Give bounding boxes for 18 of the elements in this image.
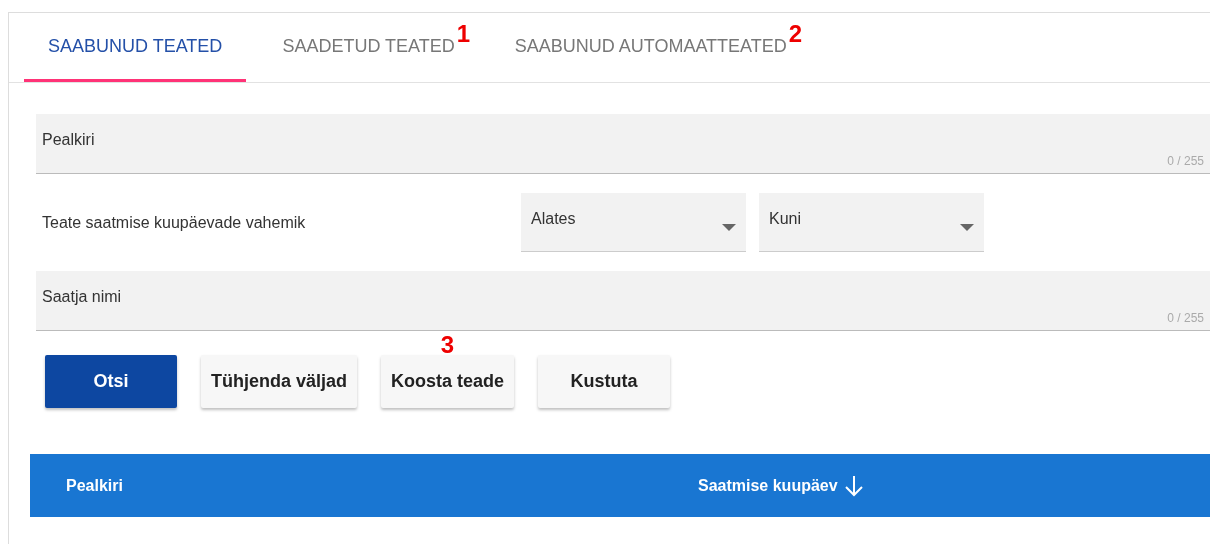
annotation-number: 3 [440, 331, 455, 358]
dropdown-arrow-icon [960, 224, 974, 231]
dropdown-arrow-icon [722, 224, 736, 231]
action-button[interactable]: Tühjenda väljad [201, 355, 358, 408]
sort-arrow-icon [843, 474, 864, 497]
action-button[interactable]: Kustuta [538, 355, 671, 408]
character-counter: 0 / 255 [1167, 154, 1204, 168]
character-counter: 0 / 255 [1167, 311, 1204, 325]
annotation-number: 1 [456, 20, 472, 48]
tab[interactable]: SAABUNUD TEATED [24, 13, 247, 82]
action-button[interactable]: Koosta teade [381, 355, 515, 408]
date-dropdown[interactable]: Alates [521, 193, 746, 252]
field-label: Teate saatmise kuupäevade vahemik [41, 213, 307, 232]
column-header[interactable]: Saatmise kuupäev [698, 474, 864, 497]
column-header[interactable]: Pealkiri [30, 476, 698, 495]
annotation-number: 2 [788, 20, 804, 48]
action-button[interactable]: Otsi [45, 355, 177, 408]
date-dropdown[interactable]: Kuni [759, 193, 984, 252]
